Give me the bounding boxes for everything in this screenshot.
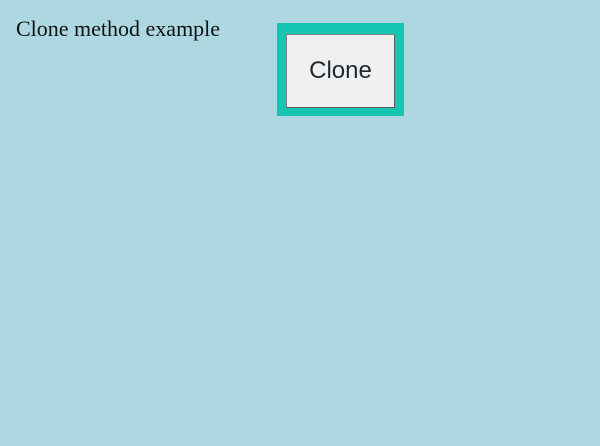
clone-button-frame: Clone (277, 23, 404, 116)
page-text: Clone method example (16, 16, 221, 41)
clone-button[interactable]: Clone (286, 34, 395, 108)
